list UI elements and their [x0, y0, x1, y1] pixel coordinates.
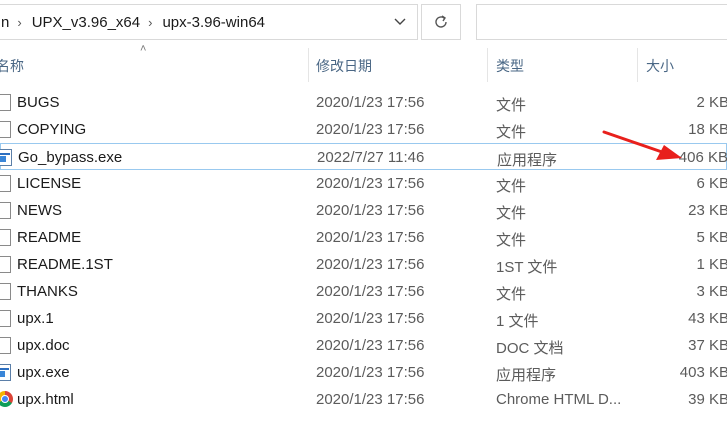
file-type: 1 文件	[496, 313, 539, 330]
chevron-down-icon[interactable]	[383, 5, 417, 39]
file-date: 2020/1/23 17:56	[316, 94, 425, 111]
file-row[interactable]: README.1ST 2020/1/23 17:56 1ST 文件 1 KB	[0, 251, 727, 278]
file-date: 2020/1/23 17:56	[316, 121, 425, 138]
file-type: 文件	[496, 97, 527, 114]
file-type: 文件	[496, 124, 527, 141]
column-header-bar: 名称 修改日期 类型 大小	[0, 46, 727, 82]
file-type: 应用程序	[497, 152, 558, 169]
file-type: 1ST 文件	[496, 259, 558, 276]
file-date: 2020/1/23 17:56	[316, 283, 425, 300]
file-row[interactable]: COPYING 2020/1/23 17:56 文件 18 KB	[0, 116, 727, 143]
column-header-size[interactable]: 大小	[646, 56, 674, 76]
file-row[interactable]: upx.doc 2020/1/23 17:56 DOC 文档 37 KB	[0, 332, 727, 359]
file-type: 文件	[496, 286, 527, 303]
column-divider[interactable]	[637, 48, 638, 82]
search-input[interactable]	[476, 4, 727, 40]
file-size: 406 KB	[678, 149, 727, 166]
file-type: Chrome HTML D...	[496, 391, 622, 408]
file-row[interactable]: BUGS 2020/1/23 17:56 文件 2 KB	[0, 89, 727, 116]
file-type: 文件	[496, 205, 527, 222]
file-name: LICENSE	[17, 175, 82, 192]
file-date: 2020/1/23 17:56	[316, 364, 425, 381]
column-header-date[interactable]: 修改日期	[316, 56, 372, 76]
file-row[interactable]: upx.exe 2020/1/23 17:56 应用程序 403 KB	[0, 359, 727, 386]
file-row[interactable]: THANKS 2020/1/23 17:56 文件 3 KB	[0, 278, 727, 305]
file-date: 2022/7/27 11:46	[317, 149, 425, 166]
file-type: 文件	[496, 232, 527, 249]
file-name: upx.doc	[17, 337, 70, 354]
column-divider[interactable]	[308, 48, 309, 82]
file-icon	[0, 229, 11, 246]
file-size: 403 KB	[679, 364, 727, 381]
file-type: 应用程序	[496, 367, 557, 384]
file-name: COPYING	[17, 121, 87, 138]
file-row[interactable]: upx.html 2020/1/23 17:56 Chrome HTML D... 3…	[0, 386, 727, 413]
file-icon	[0, 256, 11, 273]
file-type: DOC 文档	[496, 340, 564, 357]
file-list: BUGS 2020/1/23 17:56 文件 2 KB COPYING 2020/1/…	[0, 89, 727, 413]
file-size: 43 KB	[688, 310, 727, 327]
file-name: upx.html	[17, 391, 74, 408]
file-date: 2020/1/23 17:56	[316, 229, 425, 246]
file-size: 23 KB	[688, 202, 727, 219]
file-date: 2020/1/23 17:56	[316, 391, 425, 408]
file-date: 2020/1/23 17:56	[316, 310, 425, 327]
refresh-icon	[435, 15, 447, 28]
file-name: BUGS	[17, 94, 60, 111]
file-name: README	[17, 229, 82, 246]
file-name: upx.exe	[17, 364, 70, 381]
chrome-icon	[0, 391, 13, 407]
file-date: 2020/1/23 17:56	[316, 202, 425, 219]
file-name: NEWS	[17, 202, 62, 219]
file-row[interactable]: README 2020/1/23 17:56 文件 5 KB	[0, 224, 727, 251]
file-name: upx.1	[17, 310, 54, 327]
file-icon	[0, 202, 11, 219]
file-row[interactable]: upx.1 2020/1/23 17:56 1 文件 43 KB	[0, 305, 727, 332]
address-bar[interactable]: n › UPX_v3.96_x64 › upx-3.96-win64	[0, 4, 418, 40]
exe-icon	[0, 149, 12, 166]
breadcrumb-item[interactable]: n	[0, 14, 13, 31]
file-name: Go_bypass.exe	[18, 149, 123, 166]
file-row[interactable]: NEWS 2020/1/23 17:56 文件 23 KB	[0, 197, 727, 224]
file-date: 2020/1/23 17:56	[316, 175, 425, 192]
file-size: 3 KB	[696, 283, 727, 300]
file-icon	[0, 283, 11, 300]
file-date: 2020/1/23 17:56	[316, 256, 425, 273]
refresh-button[interactable]	[421, 4, 461, 40]
column-divider[interactable]	[487, 48, 488, 82]
file-type: 文件	[496, 178, 527, 195]
file-icon	[0, 94, 11, 111]
breadcrumb-item[interactable]: UPX_v3.96_x64	[26, 14, 144, 31]
breadcrumb-item[interactable]: upx-3.96-win64	[156, 14, 269, 31]
file-size: 39 KB	[688, 391, 727, 408]
file-size: 6 KB	[696, 175, 727, 192]
file-icon	[0, 337, 11, 354]
file-size: 5 KB	[696, 229, 727, 246]
file-icon	[0, 310, 11, 327]
file-size: 1 KB	[696, 256, 727, 273]
chevron-right-icon[interactable]: ›	[13, 15, 25, 30]
file-row-selected[interactable]: Go_bypass.exe 2022/7/27 11:46 应用程序 406 KB	[0, 143, 727, 170]
file-size: 18 KB	[688, 121, 727, 138]
column-header-type[interactable]: 类型	[496, 56, 524, 76]
file-date: 2020/1/23 17:56	[316, 337, 425, 354]
file-name: THANKS	[17, 283, 78, 300]
file-icon	[0, 121, 11, 138]
file-icon	[0, 175, 11, 192]
file-size: 37 KB	[688, 337, 727, 354]
file-row[interactable]: LICENSE 2020/1/23 17:56 文件 6 KB	[0, 170, 727, 197]
column-header-name[interactable]: 名称	[0, 56, 24, 76]
chevron-right-icon[interactable]: ›	[144, 15, 156, 30]
exe-icon	[0, 364, 11, 381]
file-size: 2 KB	[696, 94, 727, 111]
file-name: README.1ST	[17, 256, 113, 273]
